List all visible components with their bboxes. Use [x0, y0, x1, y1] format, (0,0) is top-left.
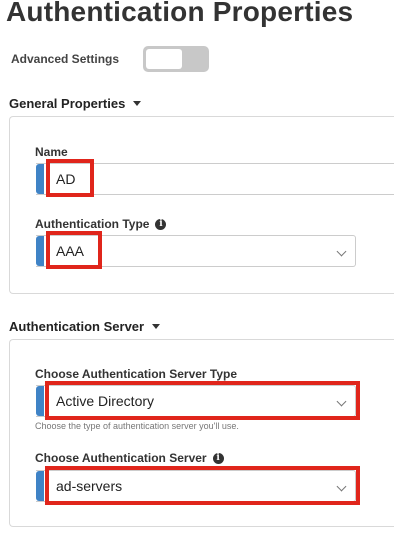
server-type-select[interactable]: Active Directory [36, 385, 356, 417]
chevron-down-icon [336, 396, 347, 407]
server-type-label: Choose Authentication Server Type [35, 367, 237, 381]
caret-down-icon [152, 324, 161, 329]
chevron-down-icon [336, 246, 347, 257]
page-title: Authentication Properties [6, 0, 354, 27]
name-label-text: Name [35, 145, 68, 159]
auth-type-label: Authentication Type i [35, 217, 167, 231]
general-properties-title: General Properties [9, 96, 126, 111]
caret-down-icon [133, 101, 142, 106]
auth-server-title: Authentication Server [9, 319, 145, 334]
info-icon[interactable]: i [212, 452, 224, 464]
info-icon[interactable]: i [155, 218, 167, 230]
input-accent [36, 164, 44, 194]
server-label-text: Choose Authentication Server [35, 451, 207, 465]
advanced-settings-toggle[interactable] [143, 46, 209, 72]
auth-type-value: AAA [56, 243, 85, 259]
general-properties-header[interactable]: General Properties [9, 96, 142, 111]
advanced-settings-row: Advanced Settings [11, 46, 209, 72]
server-type-value: Active Directory [56, 393, 155, 409]
advanced-settings-label: Advanced Settings [11, 52, 120, 66]
name-input[interactable]: AD [36, 163, 394, 195]
auth-type-label-text: Authentication Type [35, 217, 150, 231]
toggle-knob [146, 49, 182, 69]
chevron-down-icon [336, 481, 347, 492]
server-type-label-text: Choose Authentication Server Type [35, 367, 238, 381]
server-value: ad-servers [56, 478, 123, 494]
name-value: AD [56, 171, 76, 187]
server-select[interactable]: ad-servers [36, 470, 356, 502]
auth-server-panel: Choose Authentication Server Type Active… [9, 339, 394, 527]
name-label: Name [35, 145, 68, 159]
server-label: Choose Authentication Server i [35, 451, 224, 465]
auth-type-select[interactable]: AAA [36, 235, 356, 267]
input-accent [36, 471, 44, 501]
server-type-help: Choose the type of authentication server… [35, 421, 239, 431]
auth-server-header[interactable]: Authentication Server [9, 319, 161, 334]
general-properties-panel: Name AD Authentication Type i AAA [9, 116, 394, 294]
input-accent [36, 236, 44, 266]
input-accent [36, 386, 44, 416]
